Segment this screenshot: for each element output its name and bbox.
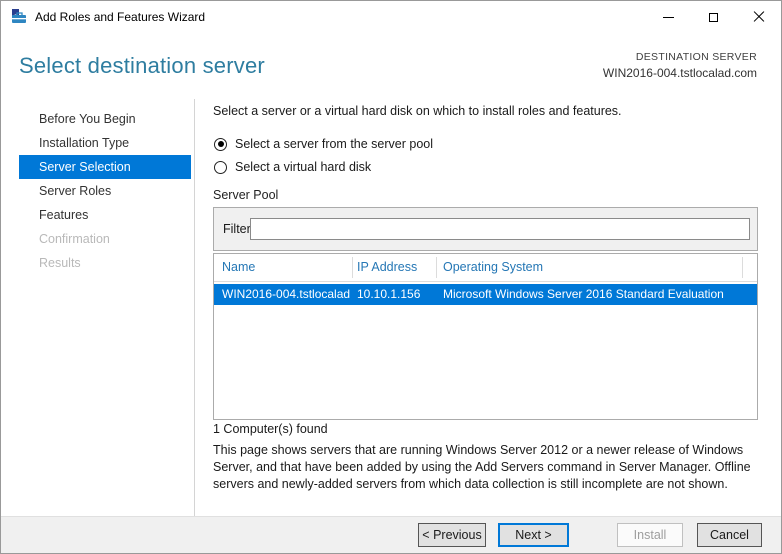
- maximize-icon: [709, 12, 718, 22]
- column-header-name[interactable]: Name: [222, 254, 348, 281]
- server-pool-filter-groupbox: Filter:: [213, 207, 758, 251]
- footer-button-bar: < Previous Next > Install Cancel: [1, 517, 781, 553]
- window-controls: [646, 1, 781, 33]
- destination-server-value: WIN2016-004.tstlocalad.com: [602, 66, 757, 80]
- next-button[interactable]: Next >: [498, 523, 569, 547]
- instruction-text: Select a server or a virtual hard disk o…: [213, 104, 622, 118]
- sidebar-item-features[interactable]: Features: [19, 203, 191, 227]
- table-header-rule: [214, 281, 757, 282]
- maximize-button[interactable]: [691, 1, 736, 33]
- cancel-button[interactable]: Cancel: [697, 523, 762, 547]
- column-header-operating-system[interactable]: Operating System: [443, 254, 739, 281]
- sidebar-item-installation-type[interactable]: Installation Type: [19, 131, 191, 155]
- minimize-icon: [663, 16, 674, 18]
- server-pool-section-label: Server Pool: [213, 188, 279, 202]
- radio-label-server-pool: Select a server from the server pool: [235, 137, 433, 151]
- wizard-steps-sidebar: Before You Begin Installation Type Serve…: [1, 107, 194, 275]
- install-button: Install: [617, 523, 683, 547]
- table-row-selected-server[interactable]: WIN2016-004.tstlocalad.... 10.10.1.156 M…: [214, 284, 757, 305]
- add-roles-and-features-wizard-window: Add Roles and Features Wizard Select des…: [0, 0, 782, 554]
- cell-server-name: WIN2016-004.tstlocalad....: [222, 287, 350, 301]
- sidebar-item-server-roles[interactable]: Server Roles: [19, 179, 191, 203]
- computers-found-count: 1 Computer(s) found: [213, 422, 328, 436]
- destination-server-block: DESTINATION SERVER WIN2016-004.tstlocala…: [603, 51, 757, 80]
- page-title: Select destination server: [19, 53, 265, 78]
- window-title: Add Roles and Features Wizard: [35, 10, 206, 24]
- page-description-text: This page shows servers that are running…: [213, 443, 751, 491]
- sidebar-divider: [194, 99, 195, 516]
- close-button[interactable]: [736, 1, 781, 33]
- column-divider: [436, 257, 437, 278]
- previous-button[interactable]: < Previous: [418, 523, 486, 547]
- server-manager-toolbox-icon: [11, 9, 27, 25]
- column-divider: [352, 257, 353, 278]
- radio-button-selected-icon[interactable]: [214, 137, 227, 151]
- cell-server-os: Microsoft Windows Server 2016 Standard E…: [443, 287, 724, 301]
- filter-input[interactable]: [250, 218, 750, 240]
- cell-server-ip: 10.10.1.156: [357, 287, 421, 301]
- sidebar-item-server-selection[interactable]: Server Selection: [19, 155, 191, 179]
- server-pool-table: Name IP Address Operating System WIN2016…: [213, 253, 758, 420]
- destination-server-label: DESTINATION SERVER: [635, 51, 757, 63]
- close-icon: [753, 11, 765, 23]
- radio-option-virtual-hard-disk[interactable]: Select a virtual hard disk: [214, 159, 371, 175]
- radio-option-server-pool[interactable]: Select a server from the server pool: [214, 136, 433, 152]
- radio-button-unselected-icon[interactable]: [214, 160, 227, 174]
- table-header-row: Name IP Address Operating System: [214, 254, 757, 281]
- sidebar-item-confirmation: Confirmation: [39, 232, 110, 246]
- title-bar: Add Roles and Features Wizard: [1, 1, 781, 33]
- sidebar-item-before-you-begin[interactable]: Before You Begin: [19, 107, 191, 131]
- column-header-ip-address[interactable]: IP Address: [357, 254, 433, 281]
- column-divider: [742, 257, 743, 278]
- radio-label-virtual-hard-disk: Select a virtual hard disk: [235, 160, 372, 174]
- minimize-button[interactable]: [646, 1, 691, 33]
- sidebar-item-results: Results: [39, 256, 81, 270]
